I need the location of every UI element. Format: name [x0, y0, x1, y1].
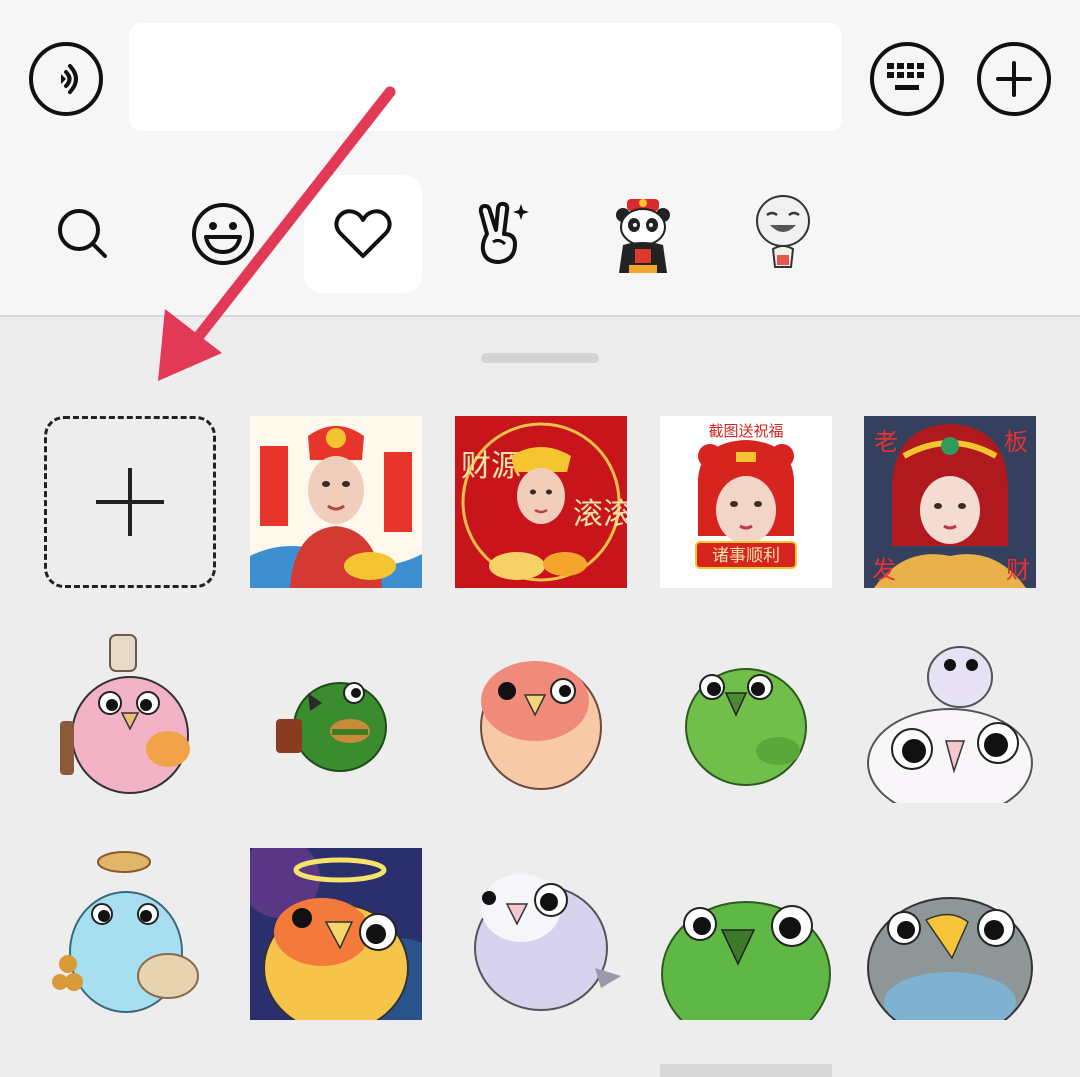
sticker-green-parrot-burger[interactable]	[250, 631, 422, 803]
keyboard-toggle-button[interactable]	[870, 42, 944, 116]
plus-icon	[996, 61, 1032, 97]
tab-emoji[interactable]	[164, 175, 282, 293]
sticker-tiger-hat[interactable]: 截图送祝福 诸事顺利	[660, 416, 832, 588]
sticker-wealth-rolling[interactable]: 财源 滚滚	[455, 416, 627, 588]
smiley-face-icon	[192, 203, 254, 265]
sticker-blue-parrot-eggtart[interactable]	[44, 848, 216, 1020]
sticker-halo-lovebird[interactable]	[250, 848, 422, 1020]
sticker-lilac-lovebird[interactable]	[455, 848, 627, 1020]
voice-waves-icon	[61, 64, 78, 94]
svg-text:滚滚: 滚滚	[573, 497, 627, 532]
heart-icon	[334, 209, 392, 258]
sticker-pink-parrot-bubbletea[interactable]	[44, 631, 216, 803]
sticker-grey-lovebird[interactable]	[864, 848, 1036, 1020]
tab-favorites[interactable]	[304, 175, 422, 293]
tab-panda-pack[interactable]	[584, 175, 702, 293]
sticker-green-lovebird[interactable]	[660, 631, 832, 803]
victory-hand-sparkle-icon	[478, 201, 529, 264]
more-plus-button[interactable]	[977, 42, 1051, 116]
svg-text:截图送祝福: 截图送祝福	[708, 422, 783, 440]
tab-search[interactable]	[24, 175, 142, 293]
sticker-green-lovebird-closeup[interactable]	[660, 848, 832, 1020]
panda-sticker-pack-icon	[616, 199, 670, 273]
add-sticker-button[interactable]	[44, 416, 216, 588]
next-row-peek	[660, 1064, 832, 1077]
svg-text:板: 板	[1004, 428, 1028, 456]
laughing-face-sticker-pack-icon	[756, 195, 810, 268]
message-input[interactable]	[129, 23, 842, 131]
search-icon	[58, 209, 107, 258]
keyboard-icon	[887, 63, 924, 90]
voice-button[interactable]	[29, 42, 103, 116]
sticker-opera-crown[interactable]: 老 板 发 财	[864, 416, 1036, 588]
svg-text:财: 财	[1006, 556, 1030, 584]
svg-text:财源: 财源	[461, 449, 521, 484]
svg-text:老: 老	[874, 428, 898, 456]
tab-stickers[interactable]	[444, 175, 562, 293]
input-bar	[0, 0, 1080, 160]
svg-text:发: 发	[872, 556, 896, 584]
sticker-god-of-wealth[interactable]	[250, 416, 422, 588]
sticker-peach-lovebird[interactable]	[455, 631, 627, 803]
plus-icon	[96, 468, 164, 536]
svg-text:诸事顺利: 诸事顺利	[712, 546, 780, 566]
favorite-stickers-panel: 财源 滚滚 截图送祝福 诸事顺利 老 板 发 财	[0, 317, 1080, 1077]
drag-handle[interactable]	[481, 353, 599, 363]
sticker-white-lovebirds[interactable]	[864, 631, 1036, 803]
tab-laughing-pack[interactable]	[724, 175, 842, 293]
emoji-category-tabs	[0, 160, 1080, 315]
